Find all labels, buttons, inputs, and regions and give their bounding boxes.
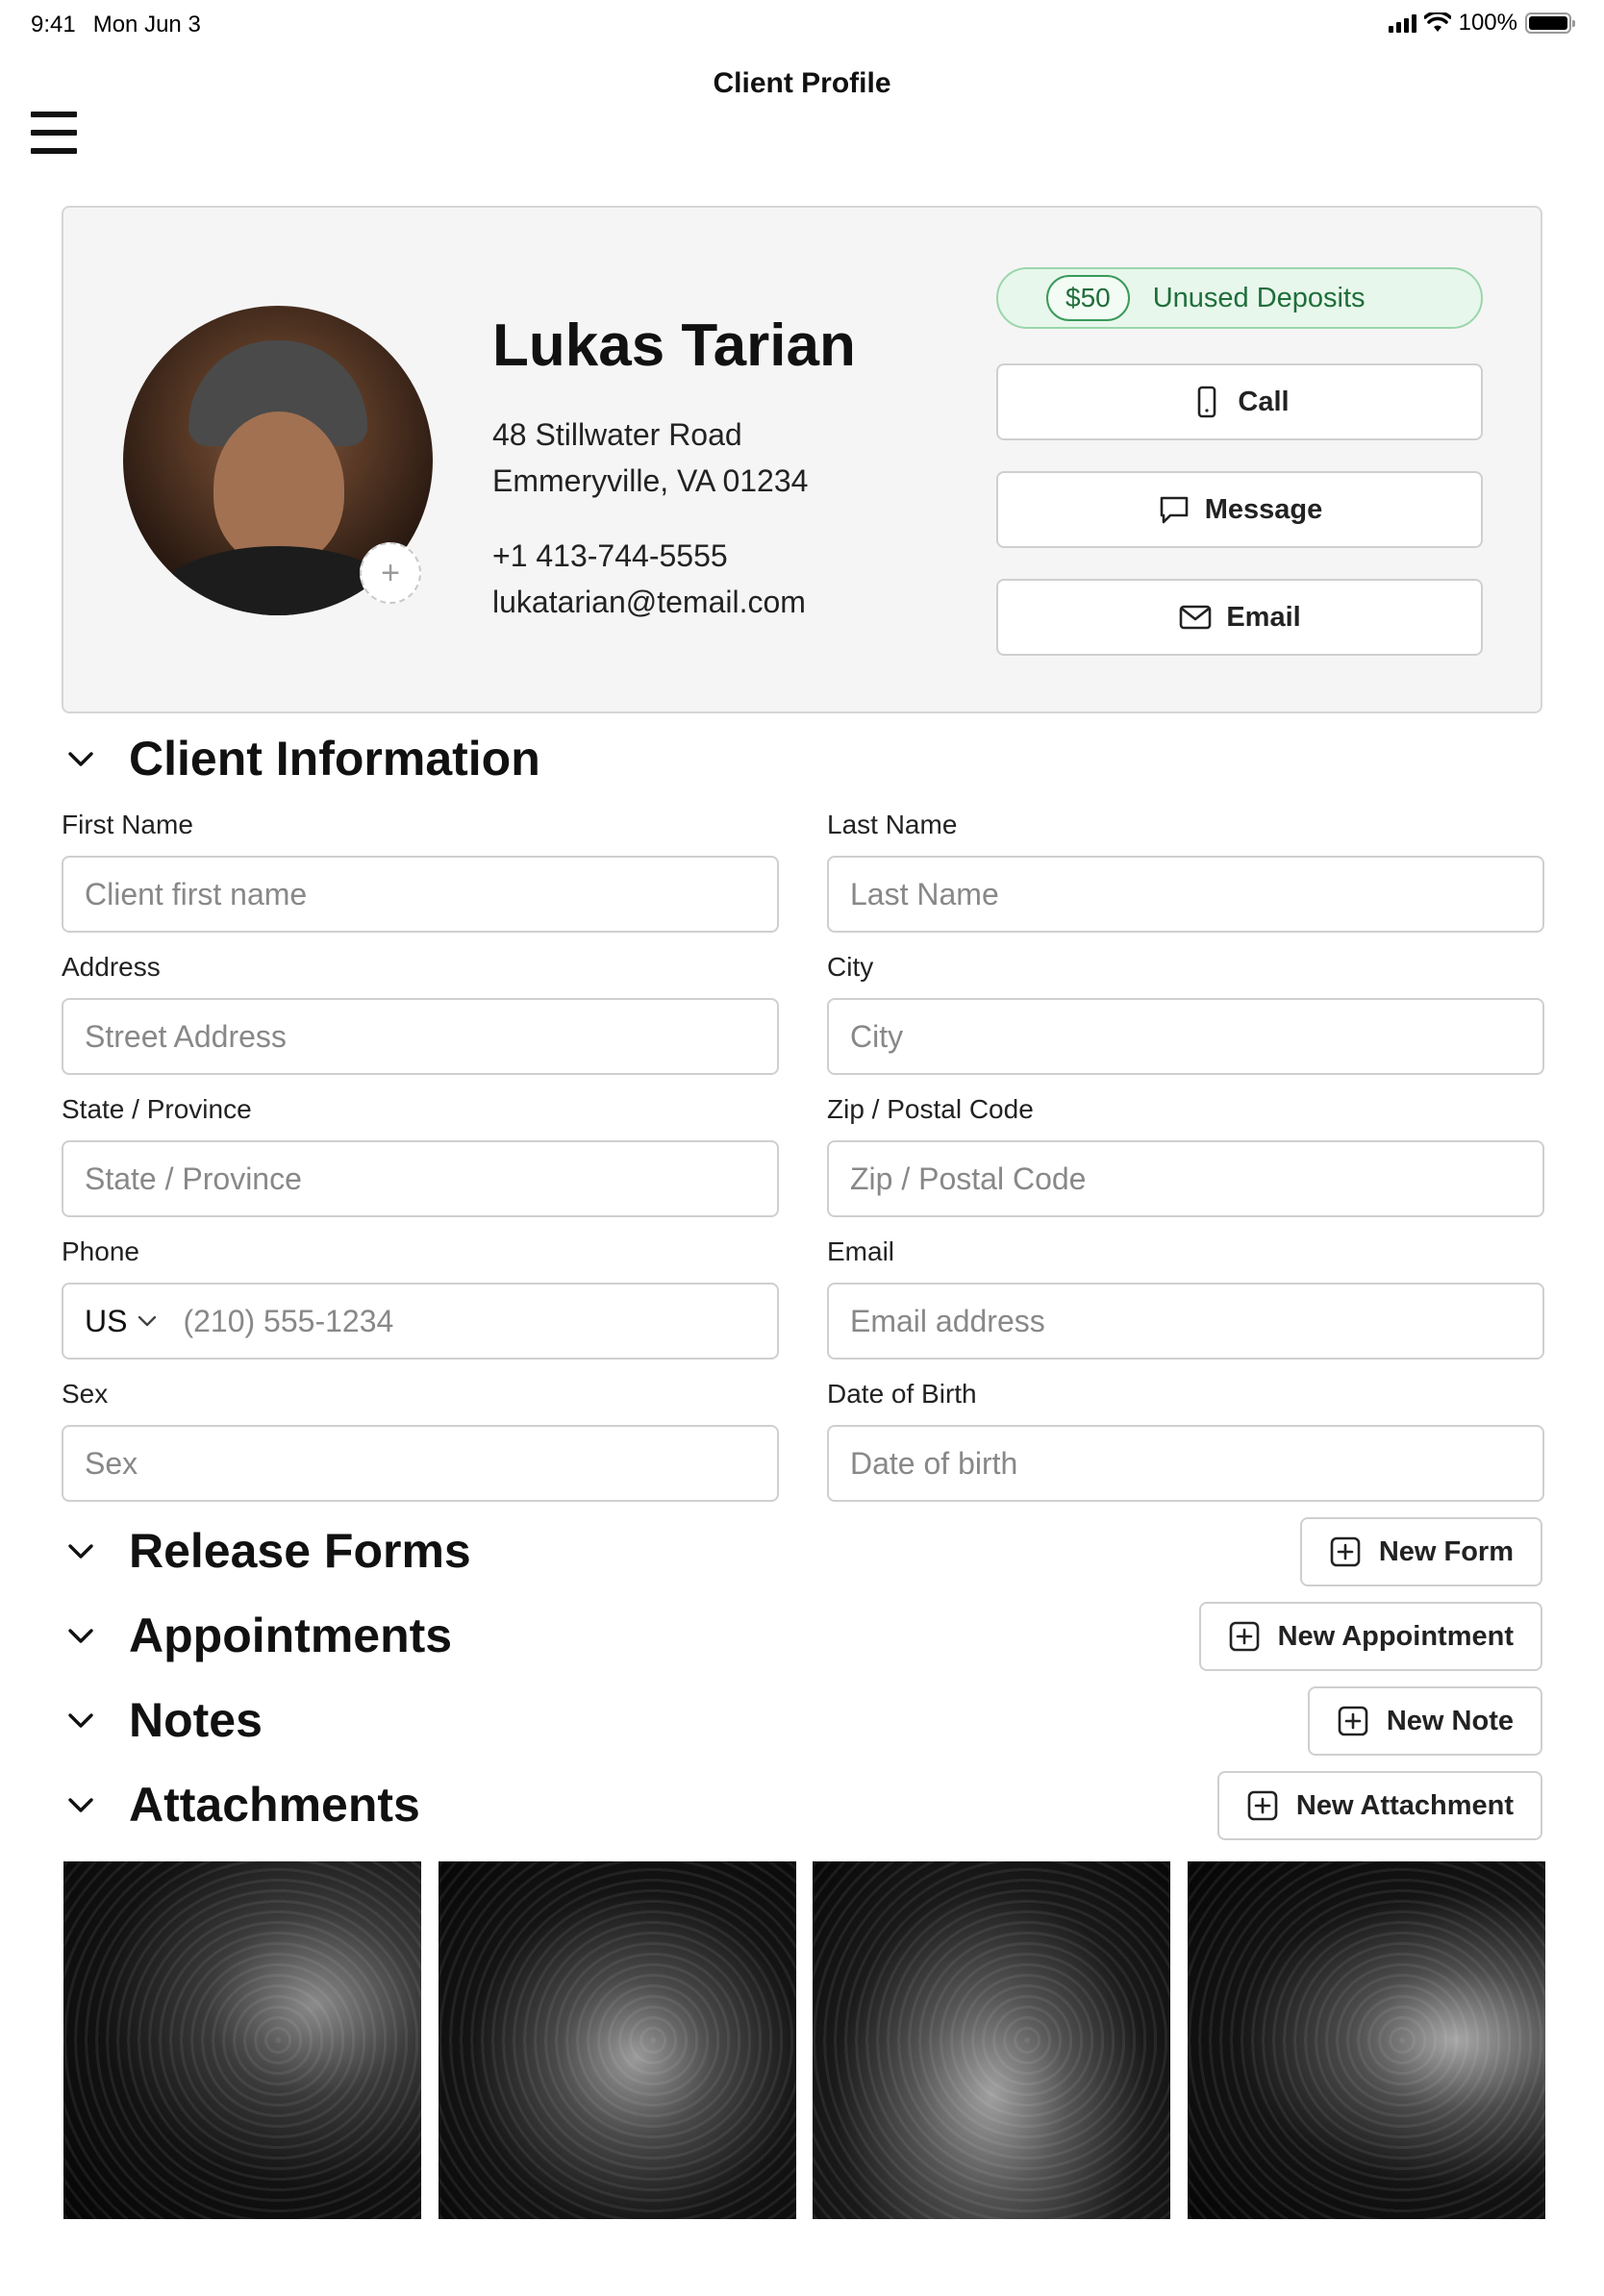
dob-input[interactable] [827,1425,1544,1502]
hamburger-menu-icon[interactable] [31,112,77,156]
chevron-down-icon[interactable] [62,739,100,778]
tattoo-pattern-shape [63,1861,421,2219]
phone-field: US [62,1283,779,1360]
new-note-button-label: New Note [1386,1705,1514,1736]
new-form-button-label: New Form [1378,1535,1514,1567]
status-bar: 9:41 Mon Jun 3 100% [0,0,1604,48]
phone-label: Phone [62,1236,139,1266]
section-title-release-forms: Release Forms [129,1524,471,1578]
email-button[interactable]: Email [996,579,1483,656]
state-input[interactable] [62,1140,779,1217]
section-title-attachments: Attachments [129,1778,420,1832]
section-title-client-information: Client Information [129,732,540,786]
zip-label: Zip / Postal Code [827,1094,1034,1124]
client-address-line1: 48 Stillwater Road [492,417,742,452]
client-address-line2: Emmeryville, VA 01234 [492,463,809,498]
tattoo-pattern-shape [439,1861,796,2219]
chevron-down-icon[interactable] [62,1785,100,1824]
section-title-notes: Notes [129,1693,263,1747]
email-label: Email [827,1236,895,1266]
phone-input[interactable] [183,1303,722,1339]
message-button-label: Message [1204,493,1323,525]
address-input[interactable] [62,998,779,1075]
plus-square-icon [1229,1621,1259,1652]
plus-square-icon [1338,1706,1368,1736]
notes-header: Notes [62,1692,263,1748]
attachment-thumbnail[interactable] [1188,1861,1545,2219]
zip-input[interactable] [827,1140,1544,1217]
chevron-down-icon[interactable] [62,1616,100,1655]
city-input[interactable] [827,998,1544,1075]
tattoo-pattern-shape [813,1861,1170,2219]
battery-fill [1529,16,1567,30]
cellular-signal-icon [1388,13,1416,33]
profile-card: + Lukas Tarian 48 Stillwater Road Emmery… [62,206,1542,713]
email-input[interactable] [827,1283,1544,1360]
client-email: lukatarian@temail.com [492,585,806,619]
avatar-face-shape [213,412,344,565]
release-forms-header: Release Forms [62,1523,471,1579]
country-code-value: US [85,1303,128,1338]
message-button[interactable]: Message [996,471,1483,548]
chevron-down-icon[interactable] [62,1701,100,1739]
status-time: 9:41 [31,12,76,37]
state-label: State / Province [62,1094,252,1124]
new-appointment-button-label: New Appointment [1277,1620,1514,1652]
status-indicators: 100% [1388,10,1575,37]
client-information-header: Client Information [62,731,540,786]
dob-label: Date of Birth [827,1379,977,1409]
wifi-icon [1423,12,1451,32]
envelope-icon [1180,605,1212,630]
phone-icon [1198,386,1216,418]
attachments-header: Attachments [62,1777,420,1833]
section-title-appointments: Appointments [129,1609,453,1662]
avatar-add-photo-button[interactable]: + [360,542,421,604]
new-attachment-button[interactable]: New Attachment [1216,1771,1542,1840]
country-code-select[interactable]: US [63,1304,160,1339]
plus-square-icon [1330,1536,1361,1567]
appointments-header: Appointments [62,1608,452,1663]
last-name-input[interactable] [827,856,1544,933]
last-name-label: Last Name [827,810,958,839]
new-note-button[interactable]: New Note [1307,1686,1542,1756]
deposit-amount: $50 [1046,275,1130,321]
tattoo-pattern-shape [1188,1861,1545,2219]
battery-icon [1525,12,1575,34]
sex-input[interactable] [62,1425,779,1502]
email-button-label: Email [1226,601,1301,633]
call-button[interactable]: Call [996,363,1483,440]
new-appointment-button[interactable]: New Appointment [1198,1602,1542,1671]
new-form-button[interactable]: New Form [1299,1517,1542,1586]
first-name-input[interactable] [62,856,779,933]
page-title: Client Profile [713,67,891,99]
message-bubble-icon [1160,496,1189,524]
unused-deposits-badge[interactable]: $50 Unused Deposits [996,267,1483,329]
attachment-thumbnail[interactable] [63,1861,421,2219]
deposit-label: Unused Deposits [1152,282,1366,313]
city-label: City [827,952,874,982]
status-time-date: 9:41 Mon Jun 3 [31,12,218,38]
new-attachment-button-label: New Attachment [1295,1789,1514,1821]
status-date: Mon Jun 3 [92,12,201,37]
call-button-label: Call [1238,386,1290,417]
client-phone: +1 413-744-5555 [492,538,728,573]
client-name: Lukas Tarian [492,312,856,379]
address-label: Address [62,952,161,982]
chevron-down-icon [138,1315,157,1327]
chevron-down-icon[interactable] [62,1532,100,1570]
plus-square-icon [1247,1790,1278,1821]
sex-label: Sex [62,1379,109,1409]
battery-percent: 100% [1458,10,1517,36]
first-name-label: First Name [62,810,193,839]
attachment-thumbnail[interactable] [813,1861,1170,2219]
attachment-thumbnail[interactable] [439,1861,796,2219]
